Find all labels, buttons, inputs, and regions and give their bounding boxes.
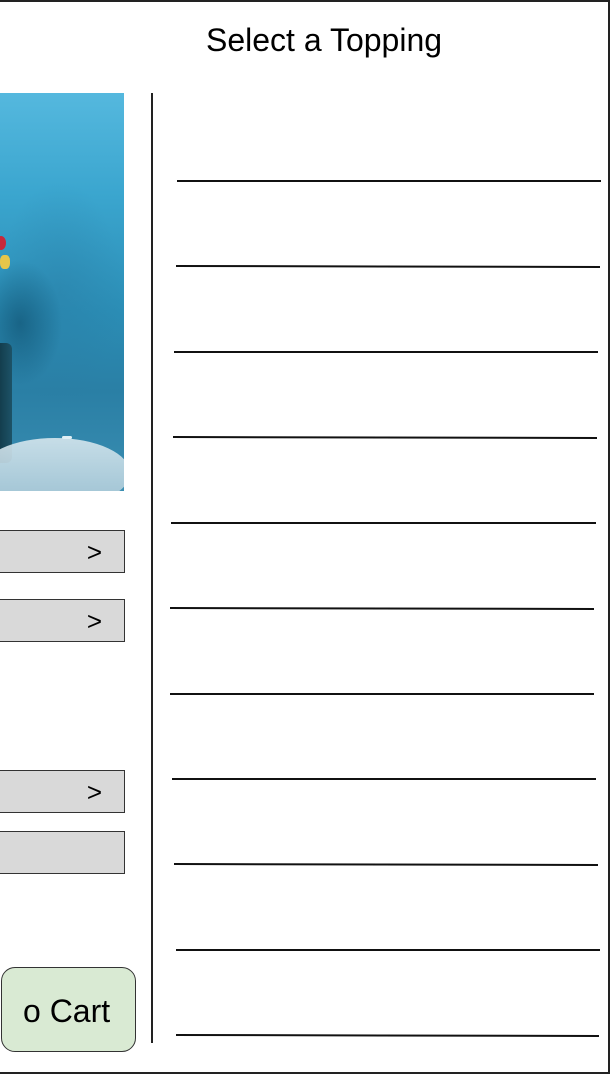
topping-slot[interactable] [172,436,598,439]
topping-slot[interactable] [175,265,601,268]
topping-slot[interactable] [169,607,595,610]
topping-list [169,180,601,1037]
topping-slot[interactable] [173,863,599,866]
topping-slot[interactable] [175,1034,600,1037]
